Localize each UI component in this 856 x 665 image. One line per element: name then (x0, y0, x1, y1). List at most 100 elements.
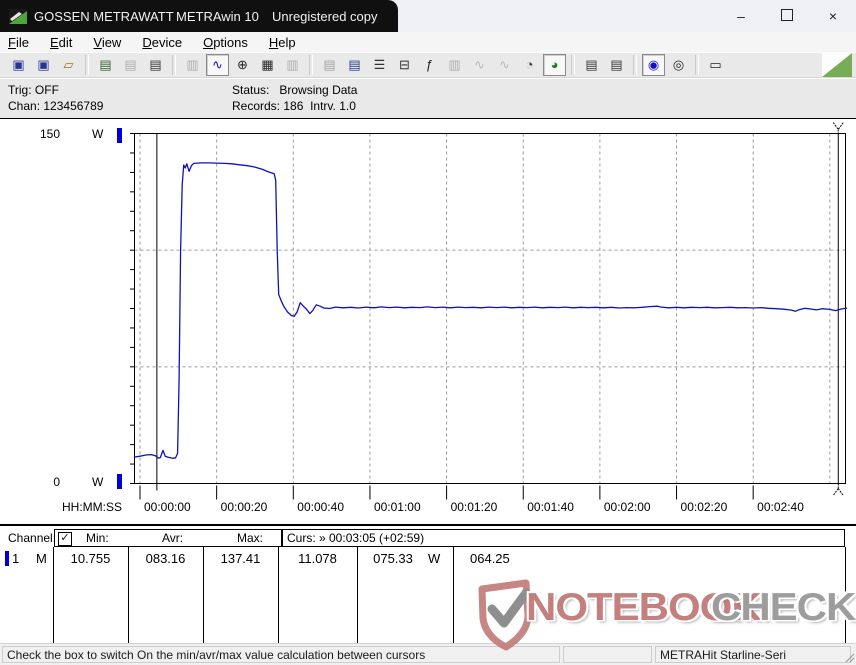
timer-record-button[interactable]: ◕ (543, 54, 566, 76)
device-list-icon: ☰ (373, 57, 386, 72)
toolbar-separator (85, 55, 89, 75)
device-send-icon: ▤ (99, 57, 112, 72)
trig-label: Trig: OFF (8, 83, 59, 97)
numeric-display-icon: ▥ (186, 57, 199, 72)
y-axis-max-label: 150 (39, 127, 60, 141)
status-bar: Check the box to switch On the min/avr/m… (0, 643, 856, 665)
open-file-icon: ▱ (63, 57, 74, 72)
copy-with-time-icon: ◔ (525, 57, 534, 72)
timer-record-icon: ◕ (550, 57, 559, 72)
waveform-a-button[interactable]: ∿ (468, 54, 491, 76)
column-divider (845, 547, 846, 643)
cursor-value-table: Channel: ✓ Min: Avr: Max: Curs: » 00:03:… (0, 524, 856, 643)
save-as-button[interactable]: ▣ (32, 54, 55, 76)
cursor-diff-value: 064.25 (470, 551, 510, 566)
print-button[interactable]: ▤ (605, 54, 628, 76)
green-triangle-icon (822, 53, 852, 77)
statusbar-hint: Check the box to switch On the min/avr/m… (2, 646, 560, 663)
device-memory-icon: ▤ (149, 57, 162, 72)
menu-help[interactable]: Help (269, 35, 296, 50)
license-label: Unregistered copy (272, 8, 378, 24)
device-list-button[interactable]: ☰ (368, 54, 391, 76)
waveform-a-icon: ∿ (474, 57, 485, 72)
metrawin-window: GOSSEN METRAWATT METRAwin 10 Unregistere… (0, 0, 856, 665)
menu-view[interactable]: View (93, 35, 121, 50)
toolbar-corner-badge (822, 53, 852, 77)
menu-options[interactable]: Options (203, 35, 248, 50)
chart-panel: 150 W 0 W HH:MM:SS 00:00:00 00:00:20 00:00… (0, 119, 856, 524)
title-bar: GOSSEN METRAWATT METRAwin 10 Unregistere… (0, 0, 856, 32)
column-divider (128, 547, 129, 643)
avr-header: Avr: (162, 531, 184, 545)
minmax-checkbox[interactable]: ✓ (58, 532, 72, 546)
title-bar-dark-area: GOSSEN METRAWATT METRAwin 10 Unregistere… (0, 0, 398, 32)
statistics-button[interactable]: ▥ (281, 54, 304, 76)
statusbar-empty-panel (563, 646, 652, 663)
channel-mode: M (36, 551, 47, 566)
save-data-icon: ▣ (12, 57, 25, 72)
maximize-button[interactable] (764, 0, 810, 32)
panel-display-icon: ▥ (448, 57, 461, 72)
min-header: Min: (86, 531, 109, 545)
app-title: METRAwin 10 (176, 8, 259, 24)
y-axis-channel-marker-bottom (117, 474, 122, 489)
device-config-button[interactable]: ▤ (318, 54, 341, 76)
app-logo-icon (9, 9, 27, 24)
device-download-icon: ▤ (348, 57, 361, 72)
max-value: 137.41 (220, 551, 261, 566)
copy-with-time-button[interactable]: ◔ (518, 54, 541, 76)
waveform-b-button[interactable]: ∿ (493, 54, 516, 76)
channel-header: Channel: (8, 531, 57, 545)
data-table-icon: ▦ (261, 57, 274, 72)
print-preview-button[interactable]: ▤ (580, 54, 603, 76)
toolbar-separator (309, 55, 313, 75)
numeric-display-button[interactable]: ▥ (181, 54, 204, 76)
menu-device[interactable]: Device (142, 35, 182, 50)
tooltip-bubble-icon: ▭ (709, 57, 722, 72)
cursor-crosshair-button[interactable]: ⊕ (231, 54, 254, 76)
channel-color-bar (5, 551, 9, 566)
graph-view-button[interactable]: ∿ (206, 54, 229, 76)
column-divider (53, 547, 54, 643)
print-preview-icon: ▤ (585, 57, 598, 72)
chart-svg[interactable] (130, 121, 856, 521)
device-config-icon: ▤ (323, 57, 336, 72)
zoom-curve-button[interactable]: ◎ (667, 54, 690, 76)
cursor-unit: W (428, 551, 441, 566)
save-data-button[interactable]: ▣ (7, 54, 30, 76)
device-download-button[interactable]: ▤ (343, 54, 366, 76)
zoom-waveform-button[interactable]: ◉ (642, 54, 665, 76)
toolbar-separator (172, 55, 176, 75)
resize-grip-icon[interactable] (845, 653, 855, 663)
print-icon: ▤ (610, 57, 623, 72)
device-send-button[interactable]: ▤ (94, 54, 117, 76)
device-memory-button[interactable]: ▤ (144, 54, 167, 76)
device-disconnect-icon: ▤ (124, 57, 137, 72)
open-file-button[interactable]: ▱ (57, 54, 80, 76)
cursor-right-bottom-handle-icon (832, 483, 844, 496)
zoom-curve-icon: ◎ (672, 57, 685, 72)
data-table-button[interactable]: ▦ (256, 54, 279, 76)
menu-edit[interactable]: Edit (50, 35, 72, 50)
column-divider (357, 547, 358, 643)
formula-fx-button[interactable]: ƒ (418, 54, 441, 76)
menu-file[interactable]: File (8, 35, 29, 50)
statistics-icon: ▥ (286, 57, 299, 72)
graph-view-icon: ∿ (212, 57, 223, 72)
statusbar-device-name: METRAHit Starline-Seri (655, 646, 851, 663)
device-status-strip: Trig: OFF Chan: 123456789 Status: Browsi… (0, 79, 856, 119)
power-trace (134, 162, 848, 459)
y-axis-min-label: 0 (53, 475, 60, 489)
plot-border (134, 133, 846, 484)
panel-display-button[interactable]: ▥ (443, 54, 466, 76)
pc-connection-icon: ⊟ (399, 57, 410, 72)
tooltip-bubble-button[interactable]: ▭ (704, 54, 727, 76)
cursor-left-value: 11.078 (298, 551, 337, 566)
min-value: 10.755 (70, 551, 111, 566)
menu-bar: File Edit View Device Options Help (0, 32, 856, 52)
column-divider (453, 547, 454, 643)
close-button[interactable]: × (810, 0, 856, 32)
pc-connection-button[interactable]: ⊟ (393, 54, 416, 76)
device-disconnect-button[interactable]: ▤ (119, 54, 142, 76)
minimize-button[interactable]: – (718, 0, 764, 32)
